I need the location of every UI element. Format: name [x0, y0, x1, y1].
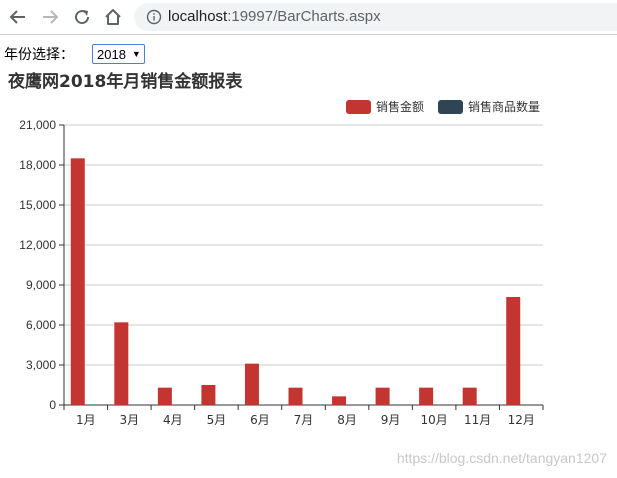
legend-label[interactable]: 销售金额: [376, 99, 424, 114]
x-tick-label: 7月: [294, 413, 314, 427]
x-tick-label: 10月: [420, 413, 447, 427]
back-button[interactable]: [6, 5, 30, 29]
legend-swatch[interactable]: [438, 100, 463, 114]
x-tick-label: 11月: [464, 413, 491, 427]
url-path: :19997/BarCharts.aspx: [227, 8, 380, 25]
home-button[interactable]: [101, 5, 125, 29]
x-tick-label: 4月: [163, 413, 183, 427]
x-tick-label: 12月: [508, 413, 535, 427]
bar[interactable]: [245, 364, 259, 405]
chart-title: 夜鹰网2018年月销售金额报表: [7, 71, 243, 92]
year-select[interactable]: 2018 ▼: [92, 44, 145, 64]
url-text: localhost:19997/BarCharts.aspx: [168, 8, 381, 25]
x-tick-label: 6月: [250, 413, 270, 427]
address-bar[interactable]: localhost:19997/BarCharts.aspx: [134, 3, 617, 31]
bar[interactable]: [201, 385, 215, 405]
info-icon[interactable]: [146, 9, 162, 25]
bar[interactable]: [71, 158, 85, 405]
legend-swatch[interactable]: [346, 100, 371, 114]
home-icon: [104, 8, 122, 26]
x-tick-label: 9月: [381, 413, 401, 427]
arrow-right-icon: [41, 8, 59, 26]
bar[interactable]: [158, 388, 172, 405]
y-tick-label: 21,000: [19, 118, 56, 132]
bar[interactable]: [419, 388, 433, 405]
bar[interactable]: [332, 396, 346, 405]
y-tick-label: 6,000: [26, 318, 56, 332]
bar[interactable]: [289, 388, 303, 405]
y-tick-label: 9,000: [26, 278, 56, 292]
y-tick-label: 3,000: [26, 358, 56, 372]
bar[interactable]: [114, 322, 128, 405]
x-tick-label: 3月: [119, 413, 139, 427]
url-host: localhost: [168, 8, 227, 25]
x-tick-label: 5月: [207, 413, 227, 427]
year-filter-label: 年份选择：: [4, 44, 74, 64]
arrow-left-icon: [9, 8, 27, 26]
caret-down-icon: ▼: [132, 49, 141, 59]
year-filter: 年份选择： 2018 ▼: [4, 44, 145, 64]
bar[interactable]: [376, 388, 390, 405]
legend-label[interactable]: 销售商品数量: [468, 99, 540, 114]
forward-button[interactable]: [38, 5, 62, 29]
y-tick-label: 18,000: [19, 158, 56, 172]
y-tick-label: 12,000: [19, 238, 56, 252]
bar[interactable]: [463, 388, 477, 405]
y-tick-label: 0: [49, 398, 56, 412]
x-tick-label: 8月: [337, 413, 357, 427]
x-tick-label: 1月: [76, 413, 96, 427]
watermark: https://blog.csdn.net/tangyan1207: [397, 450, 607, 466]
reload-icon: [73, 8, 91, 26]
bar[interactable]: [506, 297, 520, 405]
year-select-value: 2018: [97, 47, 126, 62]
bar-chart: 夜鹰网2018年月销售金额报表 0 3,000 6,000 9,000 12,000 15,…: [0, 62, 617, 474]
reload-button[interactable]: [70, 5, 94, 29]
bar-chart-svg: 夜鹰网2018年月销售金额报表 0 3,000 6,000 9,000 12,000 15,…: [0, 62, 617, 474]
y-tick-label: 15,000: [19, 198, 56, 212]
browser-toolbar: localhost:19997/BarCharts.aspx: [0, 0, 617, 35]
